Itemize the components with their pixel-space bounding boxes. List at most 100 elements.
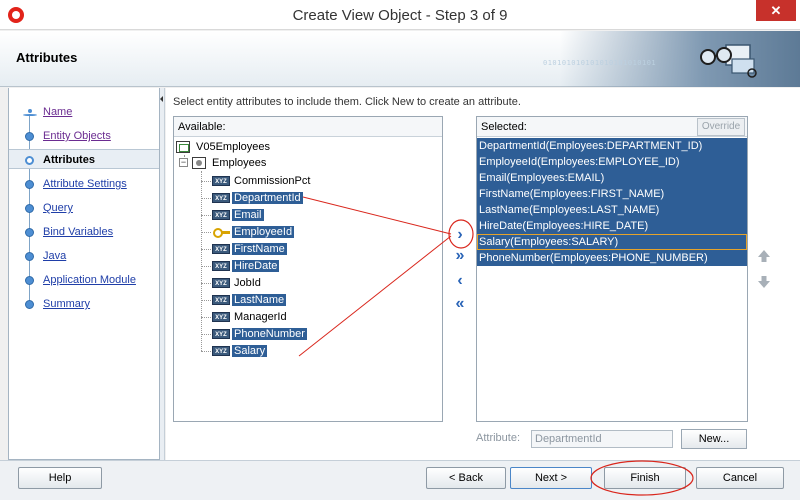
window-title: Create View Object - Step 3 of 9	[292, 7, 508, 24]
attribute-name: FirstName	[232, 243, 287, 255]
move-all-button[interactable]: »	[452, 248, 468, 264]
attribute-row[interactable]: XYZ HireDate	[212, 258, 280, 274]
available-label: Available:	[178, 121, 226, 133]
attribute-type-icon: XYZ	[212, 295, 230, 306]
attribute-row[interactable]: XYZ JobId	[212, 275, 263, 291]
attribute-row[interactable]: XYZ LastName	[212, 292, 287, 308]
tree-entity[interactable]: Employees	[192, 155, 268, 171]
available-list[interactable]: Available: V05Employees − Employees XYZ C…	[173, 116, 443, 422]
close-button[interactable]: ✕	[756, 0, 796, 21]
attribute-row[interactable]: XYZ Email	[212, 207, 264, 223]
step-dot-icon	[25, 180, 34, 189]
step-dot-icon	[25, 204, 34, 213]
attribute-type-icon: XYZ	[212, 312, 230, 323]
nav-item-label: Java	[43, 250, 67, 262]
attribute-name: LastName	[232, 294, 287, 306]
attribute-type-icon: XYZ	[212, 210, 230, 221]
cancel-button[interactable]: Cancel	[696, 467, 784, 489]
attribute-type-icon: XYZ	[212, 329, 230, 340]
attribute-row[interactable]: XYZ ManagerId	[212, 309, 289, 325]
new-attribute-button[interactable]: New...	[681, 429, 747, 449]
selected-row[interactable]: DepartmentId(Employees:DEPARTMENT_ID)	[477, 138, 747, 154]
attribute-name: CommissionPct	[234, 175, 311, 187]
attribute-name: Salary	[232, 345, 268, 357]
attribute-type-icon: XYZ	[212, 176, 230, 187]
attribute-row[interactable]: EmployeeId	[212, 224, 295, 240]
attribute-field[interactable]: DepartmentId	[531, 430, 673, 448]
selected-row[interactable]: Salary(Employees:SALARY)	[477, 234, 747, 250]
title-bar: Create View Object - Step 3 of 9 ✕	[0, 0, 800, 30]
nav-item-attributes[interactable]: Attributes	[9, 149, 159, 169]
step-dot-icon	[25, 228, 34, 237]
tree-root-label: V05Employees	[196, 141, 270, 153]
selected-row[interactable]: LastName(Employees:LAST_NAME)	[477, 202, 747, 218]
nav-item-label: Query	[43, 202, 73, 214]
nav-item-summary[interactable]: Summary	[9, 294, 159, 314]
back-button[interactable]: < Back	[426, 467, 506, 489]
wizard-header: Attributes 010101010101010101010101	[0, 31, 800, 87]
step-dot-icon	[25, 132, 34, 141]
nav-item-label: Attributes	[43, 154, 95, 166]
step-dot-icon	[25, 156, 34, 165]
tree-entity-label: Employees	[212, 157, 267, 169]
selected-row[interactable]: PhoneNumber(Employees:PHONE_NUMBER)	[477, 250, 747, 266]
attribute-row[interactable]: XYZ FirstName	[212, 241, 287, 257]
remove-one-button[interactable]: ‹	[452, 273, 468, 289]
attribute-name: ManagerId	[234, 311, 287, 323]
view-object-icon	[176, 141, 190, 154]
nav-item-application-module[interactable]: Application Module	[9, 270, 159, 290]
nav-splitter[interactable]	[160, 88, 165, 460]
attribute-type-icon: XYZ	[212, 278, 230, 289]
entity-object-icon	[192, 157, 206, 170]
attribute-type-icon: XYZ	[212, 261, 230, 272]
move-up-icon[interactable]	[757, 249, 771, 263]
nav-item-name[interactable]: Name	[9, 102, 159, 122]
available-header: Available:	[174, 117, 442, 137]
step-dot-icon	[25, 300, 34, 309]
attribute-name: HireDate	[232, 260, 280, 272]
step-dot-icon	[25, 276, 34, 285]
instruction-text: Select entity attributes to include them…	[173, 96, 521, 108]
nav-item-java[interactable]: Java	[9, 246, 159, 266]
attribute-row[interactable]: XYZ Salary	[212, 343, 268, 359]
collapse-icon[interactable]: −	[179, 158, 188, 167]
wizard-navigation: Name Entity Objects Attributes Attribute…	[8, 88, 160, 460]
remove-all-button[interactable]: «	[452, 296, 468, 312]
selected-header: Selected: Override	[477, 117, 747, 137]
nav-item-bind-variables[interactable]: Bind Variables	[9, 222, 159, 242]
attribute-name: EmployeeId	[232, 226, 295, 238]
nav-item-label: Entity Objects	[43, 130, 111, 142]
override-button[interactable]: Override	[697, 118, 745, 136]
tree-root[interactable]: V05Employees	[176, 139, 272, 155]
move-down-icon[interactable]	[757, 275, 771, 289]
nav-item-label: Name	[43, 106, 73, 118]
nav-item-label: Application Module	[43, 274, 136, 286]
selected-row[interactable]: Email(Employees:EMAIL)	[477, 170, 747, 186]
attribute-name: PhoneNumber	[232, 328, 307, 340]
nav-item-entity-objects[interactable]: Entity Objects	[9, 126, 159, 146]
finish-button[interactable]: Finish	[604, 467, 686, 489]
attribute-name: JobId	[234, 277, 261, 289]
move-one-button[interactable]: ›	[452, 227, 468, 243]
selected-row[interactable]: EmployeeId(Employees:EMPLOYEE_ID)	[477, 154, 747, 170]
attribute-type-icon: XYZ	[212, 244, 230, 255]
attribute-row[interactable]: XYZ DepartmentId	[212, 190, 303, 206]
step-dot-icon	[25, 252, 34, 261]
nav-item-query[interactable]: Query	[9, 198, 159, 218]
selected-row[interactable]: HireDate(Employees:HIRE_DATE)	[477, 218, 747, 234]
attribute-row[interactable]: XYZ PhoneNumber	[212, 326, 307, 342]
attribute-row[interactable]: XYZ CommissionPct	[212, 173, 312, 189]
glasses-icon	[700, 44, 757, 78]
attribute-name: Email	[232, 209, 264, 221]
page-title: Attributes	[16, 50, 78, 65]
key-icon	[212, 227, 230, 239]
next-button[interactable]: Next >	[510, 467, 592, 489]
nav-item-label: Summary	[43, 298, 91, 310]
header-binary-text: 010101010101010101010101	[543, 59, 657, 67]
selected-list[interactable]: Selected: Override DepartmentId(Employee…	[476, 116, 748, 422]
attribute-type-icon: XYZ	[212, 346, 230, 357]
selected-row[interactable]: FirstName(Employees:FIRST_NAME)	[477, 186, 747, 202]
attribute-type-icon: XYZ	[212, 193, 230, 204]
nav-item-attribute-settings[interactable]: Attribute Settings	[9, 174, 159, 194]
help-button[interactable]: Help	[18, 467, 102, 489]
